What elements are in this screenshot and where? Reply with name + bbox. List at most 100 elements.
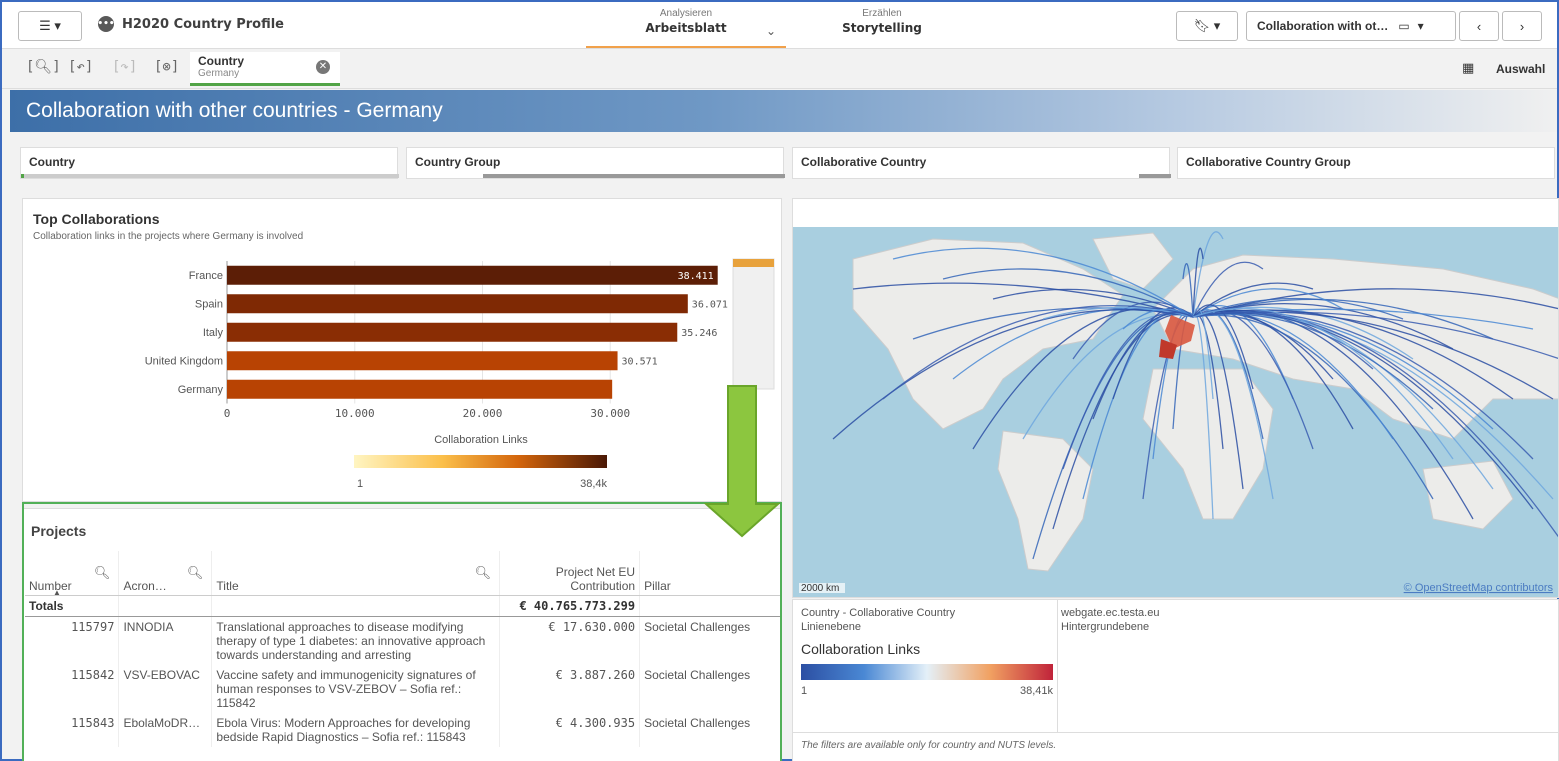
cell-pillar: Societal Challenges xyxy=(639,712,781,747)
column-header-label: Title xyxy=(216,578,239,593)
menu-button[interactable]: ☰ ▾ xyxy=(18,11,82,41)
bars-group: France 38.411 Spain 36.071 Italy 35.246 United… xyxy=(145,265,728,399)
note-divider xyxy=(793,732,1558,733)
cell-title: Ebola Virus: Modern Approaches for devel… xyxy=(211,712,501,747)
filter-collaborative-country-group[interactable]: Collaborative Country Group xyxy=(1177,147,1555,179)
bar[interactable] xyxy=(227,351,618,371)
bar[interactable] xyxy=(227,294,688,314)
map-footer-note: The filters are available only for count… xyxy=(801,740,1057,751)
mini-chart-bg xyxy=(732,258,775,390)
step-back-icon[interactable]: [↶] xyxy=(68,59,93,75)
map-attribution-link[interactable]: © OpenStreetMap contributors xyxy=(1404,582,1554,594)
tab-analysieren-small: Analysieren xyxy=(659,8,713,19)
close-icon[interactable]: ✕ xyxy=(316,60,330,74)
column-header-label: Number xyxy=(29,578,72,593)
cell-acronym: EbolaMoDR… xyxy=(118,712,213,747)
search-icon[interactable]: 🔍︎ xyxy=(187,565,204,581)
cell-pillar: Societal Challenges xyxy=(639,616,781,665)
layer-type: Linienebene xyxy=(801,621,861,633)
category-label: Italy xyxy=(203,327,224,339)
tab-analysieren[interactable]: Analysieren Arbeitsblatt ⌄ xyxy=(586,8,786,48)
sheet-icon: ▭ xyxy=(1398,19,1410,33)
table-row[interactable]: 115797 INNODIA Translational approaches … xyxy=(25,616,781,665)
table-header-row: Number 🔍︎ ▲ Acron… 🔍︎ Title 🔍︎ Project Net E… xyxy=(25,551,781,597)
column-acronym[interactable]: Acron… 🔍︎ xyxy=(118,551,213,596)
bar[interactable] xyxy=(227,265,718,285)
x-tick-label: 0 xyxy=(224,407,231,420)
color-legend-max: 38,4k xyxy=(580,478,607,490)
category-label: France xyxy=(189,270,223,282)
sheet-selector-label: Collaboration with ot… xyxy=(1257,19,1389,33)
x-tick-label: 20.000 xyxy=(463,407,503,420)
map-scale: 2000 km xyxy=(801,583,839,594)
next-sheet-button[interactable]: › xyxy=(1502,11,1542,41)
selections-bar: [🔍︎] [↶] [↷] [⊗] Country Germany ✕ ▦ Aus… xyxy=(2,49,1557,89)
search-icon[interactable]: 🔍︎ xyxy=(475,565,492,581)
map-legend: Country - Collaborative Country Linieneb… xyxy=(792,599,1559,761)
step-forward-icon[interactable]: [↷] xyxy=(112,59,137,75)
category-label: Germany xyxy=(178,384,224,396)
data-label: 30.571 xyxy=(622,356,658,367)
layer-name: Country - Collaborative Country xyxy=(801,607,956,619)
projects-table: Number 🔍︎ ▲ Acron… 🔍︎ Title 🔍︎ Project Net E… xyxy=(25,551,781,747)
column-contribution[interactable]: Project Net EU Contribution xyxy=(499,551,641,596)
color-legend-min: 1 xyxy=(801,685,808,697)
mini-chart-scrollbar[interactable] xyxy=(732,258,775,390)
cell-contribution: € 4.300.935 xyxy=(499,712,641,747)
column-header-label: Acron… xyxy=(123,578,167,593)
background-layer-legend: webgate.ec.testa.eu Hintergrundebene xyxy=(1061,606,1159,634)
table-row[interactable]: 115842 VSV-EBOVAC Vaccine safety and imm… xyxy=(25,664,781,713)
data-label: 38.411 xyxy=(678,271,714,282)
totals-value: € 40.765.773.299 xyxy=(499,595,641,617)
cell-number: 115797 xyxy=(25,616,120,665)
tab-storytelling-label: Storytelling xyxy=(842,21,922,35)
grid-icon[interactable]: ▦ xyxy=(1462,60,1474,76)
category-label: Spain xyxy=(195,298,223,310)
clear-all-icon[interactable]: [⊗] xyxy=(154,59,179,75)
projects-title: Projects xyxy=(31,523,87,539)
cell-number: 115843 xyxy=(25,712,120,747)
cell-contribution: € 17.630.000 xyxy=(499,616,641,665)
bar[interactable] xyxy=(227,379,613,399)
chevron-down-icon[interactable]: ⌄ xyxy=(766,24,776,38)
filter-collaborative-country[interactable]: Collaborative Country xyxy=(792,147,1171,179)
cell-acronym: INNODIA xyxy=(118,616,213,665)
bar[interactable] xyxy=(227,322,678,342)
bar-chart: France 38.411 Spain 36.071 Italy 35.246 United… xyxy=(145,258,775,490)
mini-chart-highlight xyxy=(733,259,774,267)
cell-title: Vaccine safety and immunogenicity signat… xyxy=(211,664,501,713)
bg-layer-name: webgate.ec.testa.eu xyxy=(1061,607,1160,619)
color-legend-title: Collaboration Links xyxy=(801,641,921,657)
table-row[interactable]: 115843 EbolaMoDR… Ebola Virus: Modern Ap… xyxy=(25,712,781,747)
smart-search-icon[interactable]: [🔍︎] xyxy=(26,59,61,75)
chevron-down-icon: ▾ xyxy=(1417,19,1424,33)
x-axis-label: Collaboration Links xyxy=(434,434,528,446)
column-pillar[interactable]: Pillar xyxy=(639,551,781,596)
totals-row: Totals € 40.765.773.299 xyxy=(25,595,781,617)
bookmark-icon: 🔖︎ xyxy=(1193,18,1211,33)
sheet-selector[interactable]: Collaboration with ot… ▭ ▾ xyxy=(1246,11,1456,41)
filter-country[interactable]: Country xyxy=(20,147,399,179)
filter-track xyxy=(483,174,785,178)
column-title[interactable]: Title 🔍︎ xyxy=(211,551,501,596)
tab-storytelling[interactable]: Erzählen Storytelling xyxy=(792,8,972,35)
map-panel[interactable]: 2000 km © OpenStreetMap contributors xyxy=(792,198,1559,598)
auswahl-button[interactable]: Auswahl xyxy=(1496,62,1545,76)
cell-acronym: VSV-EBOVAC xyxy=(118,664,213,713)
color-legend-min: 1 xyxy=(357,478,363,490)
category-label: United Kingdom xyxy=(145,355,223,367)
chevron-left-icon: ‹ xyxy=(1476,18,1482,34)
column-number[interactable]: Number 🔍︎ ▲ xyxy=(25,551,120,597)
column-header-label: Pillar xyxy=(644,578,671,593)
previous-sheet-button[interactable]: ‹ xyxy=(1459,11,1499,41)
selection-chip[interactable]: Country Germany ✕ xyxy=(190,52,340,86)
chevron-right-icon: › xyxy=(1519,18,1525,34)
tab-storytelling-small: Erzählen xyxy=(862,8,902,19)
search-icon[interactable]: 🔍︎ xyxy=(94,565,111,581)
filter-country-group[interactable]: Country Group xyxy=(406,147,785,179)
data-label: 36.071 xyxy=(692,299,728,310)
tab-analysieren-label: Arbeitsblatt xyxy=(645,21,727,35)
collaboration-map[interactable]: 2000 km © OpenStreetMap contributors xyxy=(793,199,1559,598)
bookmark-button[interactable]: 🔖︎ ▾ xyxy=(1176,11,1238,41)
down-arrow-annotation xyxy=(704,385,781,538)
